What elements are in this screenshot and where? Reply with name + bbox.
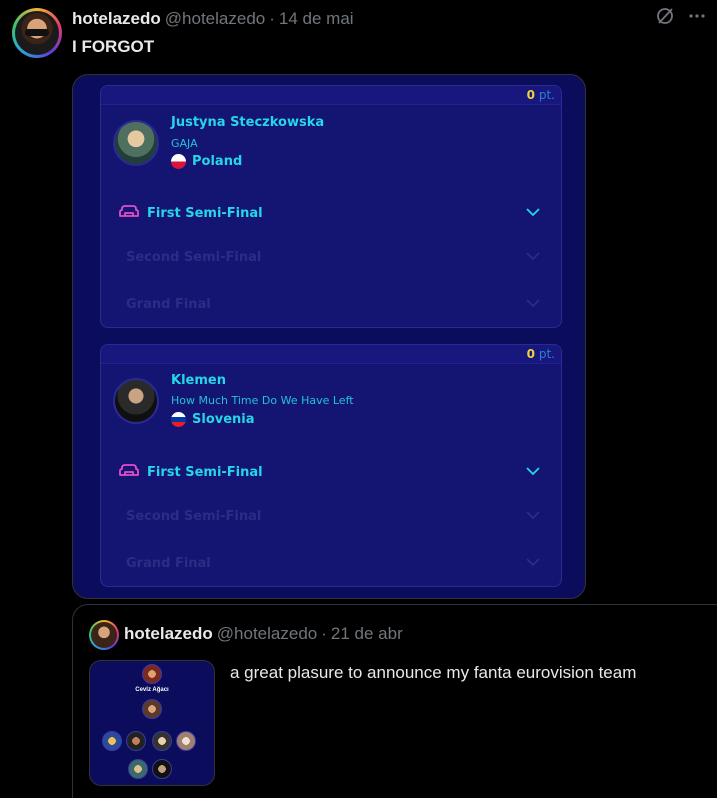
tweet-header: hotelazedo @hotelazedo · 14 de mai [72,9,354,29]
artist-name: Klemen [171,373,226,388]
thumb-member-photo [152,759,172,779]
stage-first-semi-final[interactable]: First Semi-Final [119,203,547,223]
header-separator: · [269,9,275,28]
slovenia-flag-icon [171,412,186,427]
grok-icon[interactable] [655,6,675,31]
tweet-text: I FORGOT [72,37,155,56]
stage-label: Grand Final [126,297,211,312]
contestant-card: 0 pt. Justyna Steczkowska GAJA Poland Fi… [100,85,562,328]
stage-first-semi-final[interactable]: First Semi-Final [119,462,547,482]
thumb-member-photo [128,759,148,779]
sofa-icon [119,203,139,223]
thumb-captain-photo [142,699,162,719]
author-handle[interactable]: @hotelazedo [165,9,265,29]
quoted-tweet-text: a great plasure to announce my fanta eur… [230,663,637,682]
card-topbar [101,86,561,105]
tweet-media[interactable]: 0 pt. Justyna Steczkowska GAJA Poland Fi… [72,74,586,599]
chevron-down-icon[interactable] [525,556,541,571]
quoted-author-display-name: hotelazedo [124,624,213,643]
quoted-tweet-date: 21 de abr [330,624,403,643]
stage-label: First Semi-Final [147,205,263,221]
points-display: 0 pt. [527,347,555,361]
quoted-media-thumbnail[interactable]: Cevlz Ağacı [89,660,215,786]
stage-label: Second Semi-Final [126,509,262,524]
points-unit: pt. [538,347,555,361]
song-title: How Much Time Do We Have Left [171,394,354,407]
points-value: 0 [526,347,536,361]
quoted-author-handle: @hotelazedo [216,624,318,643]
tweet-actions-top [655,6,707,31]
card-topbar [101,345,561,364]
quoted-author-avatar [89,620,119,650]
stage-label: Second Semi-Final [126,250,262,265]
stage-grand-final[interactable]: Grand Final [119,556,547,571]
thumb-member-photo [126,731,146,751]
stage-second-semi-final[interactable]: Second Semi-Final [119,250,547,265]
points-value: 0 [526,88,536,102]
poland-flag-icon [171,154,186,169]
stage-label: Grand Final [126,556,211,571]
points-unit: pt. [538,88,555,102]
artist-photo [113,120,159,166]
stage-label: First Semi-Final [147,464,263,480]
country: Slovenia [171,412,255,427]
stage-grand-final[interactable]: Grand Final [119,297,547,312]
tweet-date[interactable]: 14 de mai [279,9,354,29]
thumb-coach-photo [142,664,162,684]
more-icon[interactable] [687,6,707,31]
points-display: 0 pt. [527,88,555,102]
country: Poland [171,154,242,169]
country-name: Poland [192,154,243,169]
chevron-down-icon[interactable] [525,509,541,524]
chevron-down-icon[interactable] [525,206,541,221]
thumb-member-photo [176,731,196,751]
artist-photo [113,378,159,424]
chevron-down-icon[interactable] [525,297,541,312]
quoted-header-separator: · [321,624,327,643]
thumb-member-photo [102,731,122,751]
country-name: Slovenia [192,412,255,427]
quoted-tweet[interactable]: hotelazedo @hotelazedo · 21 de abr Cevlz… [72,604,717,798]
thumb-member-photo [152,731,172,751]
thumb-caption: Cevlz Ağacı [135,687,169,693]
author-avatar[interactable] [12,8,62,58]
stage-second-semi-final[interactable]: Second Semi-Final [119,509,547,524]
artist-name: Justyna Steczkowska [171,115,325,130]
quoted-tweet-header: hotelazedo @hotelazedo · 21 de abr [124,624,403,644]
song-title: GAJA [171,137,198,150]
contestant-card: 0 pt. Klemen How Much Time Do We Have Le… [100,344,562,587]
sofa-icon [119,462,139,482]
author-display-name[interactable]: hotelazedo [72,9,161,29]
chevron-down-icon[interactable] [525,250,541,265]
chevron-down-icon[interactable] [525,465,541,480]
